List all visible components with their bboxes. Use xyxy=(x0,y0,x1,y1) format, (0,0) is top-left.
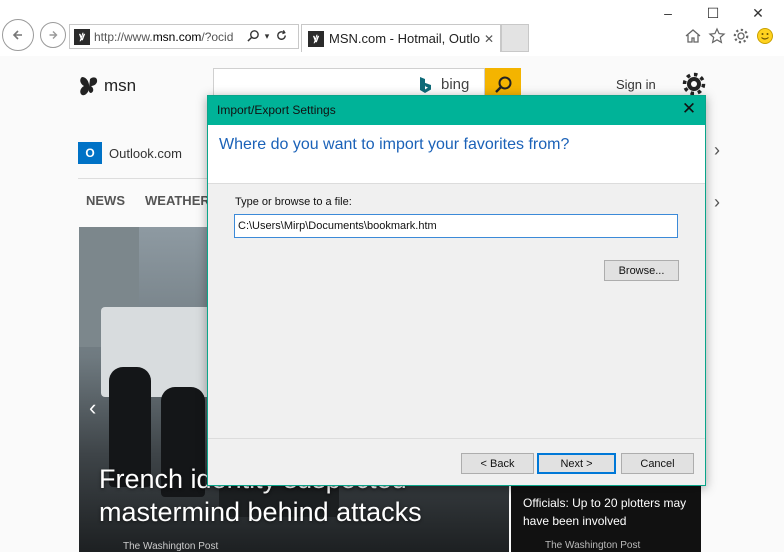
nav-item-weather[interactable]: WEATHER xyxy=(145,193,210,208)
url-domain: msn.com xyxy=(152,29,202,44)
dropdown-chevron-icon[interactable]: ▾ xyxy=(262,31,272,42)
tab-close-icon[interactable]: ✕ xyxy=(481,32,497,46)
dialog-close-icon[interactable]: ✕ xyxy=(677,99,701,121)
msn-butterfly-icon xyxy=(80,77,98,96)
bing-label: bing xyxy=(441,76,470,93)
side-story-card[interactable]: Officials: Up to 20 plotters may have be… xyxy=(511,476,701,552)
dialog-titlebar[interactable]: Import/Export Settings ✕ xyxy=(208,96,705,125)
file-path-label: Type or browse to a file: xyxy=(235,196,352,208)
side-story-headline[interactable]: Officials: Up to 20 plotters may have be… xyxy=(523,494,695,530)
new-tab-button[interactable] xyxy=(501,24,529,52)
hero-source: The Washington Post xyxy=(123,541,219,552)
minimize-button[interactable]: – xyxy=(648,2,688,24)
sign-in-link[interactable]: Sign in xyxy=(616,77,656,92)
forward-button[interactable] xyxy=(40,22,66,48)
dialog-header: Where do you want to import your favorit… xyxy=(208,125,705,184)
feedback-smiley-icon[interactable] xyxy=(755,26,775,46)
tools-gear-icon[interactable] xyxy=(731,26,751,46)
url-rest: /?ocid xyxy=(201,29,234,44)
hero-prev-chevron-icon[interactable]: ‹ xyxy=(89,395,96,421)
url-text[interactable]: http://www.msn.com/?ocid xyxy=(94,30,244,44)
settings-gear-icon[interactable] xyxy=(682,72,706,96)
url-prefix: http://www. xyxy=(94,29,153,44)
msn-tab-favicon-icon: ꝟ xyxy=(308,30,324,47)
search-magnifier-icon xyxy=(495,76,512,93)
nav-next-chevron-icon[interactable]: › xyxy=(714,192,720,213)
back-button[interactable] xyxy=(2,19,34,51)
refresh-icon[interactable] xyxy=(272,29,290,45)
dialog-footer-divider xyxy=(208,438,705,439)
browser-chrome: – ☐ ✕ ꝟ http://www.msn.com/?ocid ▾ ꝟ MSN… xyxy=(0,0,784,56)
dialog-title: Import/Export Settings xyxy=(217,103,336,117)
maximize-button[interactable]: ☐ xyxy=(693,2,733,24)
browse-button[interactable]: Browse... xyxy=(604,260,679,281)
msn-logo[interactable]: msn xyxy=(78,74,136,98)
close-window-button[interactable]: ✕ xyxy=(738,2,778,24)
side-story-source: The Washington Post xyxy=(545,540,641,551)
tiles-next-chevron-icon[interactable]: › xyxy=(714,140,720,161)
next-button[interactable]: Next > xyxy=(537,453,616,474)
nav-item-news[interactable]: NEWS xyxy=(86,193,125,208)
outlook-label: Outlook.com xyxy=(109,145,182,161)
msn-logo-text: msn xyxy=(104,76,137,95)
back-button[interactable]: < Back xyxy=(461,453,534,474)
outlook-tile[interactable]: O Outlook.com xyxy=(78,142,182,164)
tab-msn[interactable]: ꝟ MSN.com - Hotmail, Outlo... ✕ xyxy=(301,24,501,52)
favorites-star-icon[interactable] xyxy=(707,26,727,46)
msn-favicon-icon: ꝟ xyxy=(74,28,90,45)
import-export-dialog: Import/Export Settings ✕ Where do you wa… xyxy=(207,95,706,486)
outlook-icon: O xyxy=(78,142,102,164)
cancel-button[interactable]: Cancel xyxy=(621,453,694,474)
file-path-input[interactable] xyxy=(234,214,678,238)
tab-title: MSN.com - Hotmail, Outlo... xyxy=(329,31,481,46)
back-icon xyxy=(12,30,22,40)
search-icon[interactable] xyxy=(244,29,262,45)
address-bar[interactable]: ꝟ http://www.msn.com/?ocid ▾ xyxy=(69,24,299,49)
home-icon[interactable] xyxy=(683,26,703,46)
forward-icon xyxy=(49,31,58,39)
dialog-heading: Where do you want to import your favorit… xyxy=(219,136,570,153)
bing-logo-icon xyxy=(420,77,431,93)
